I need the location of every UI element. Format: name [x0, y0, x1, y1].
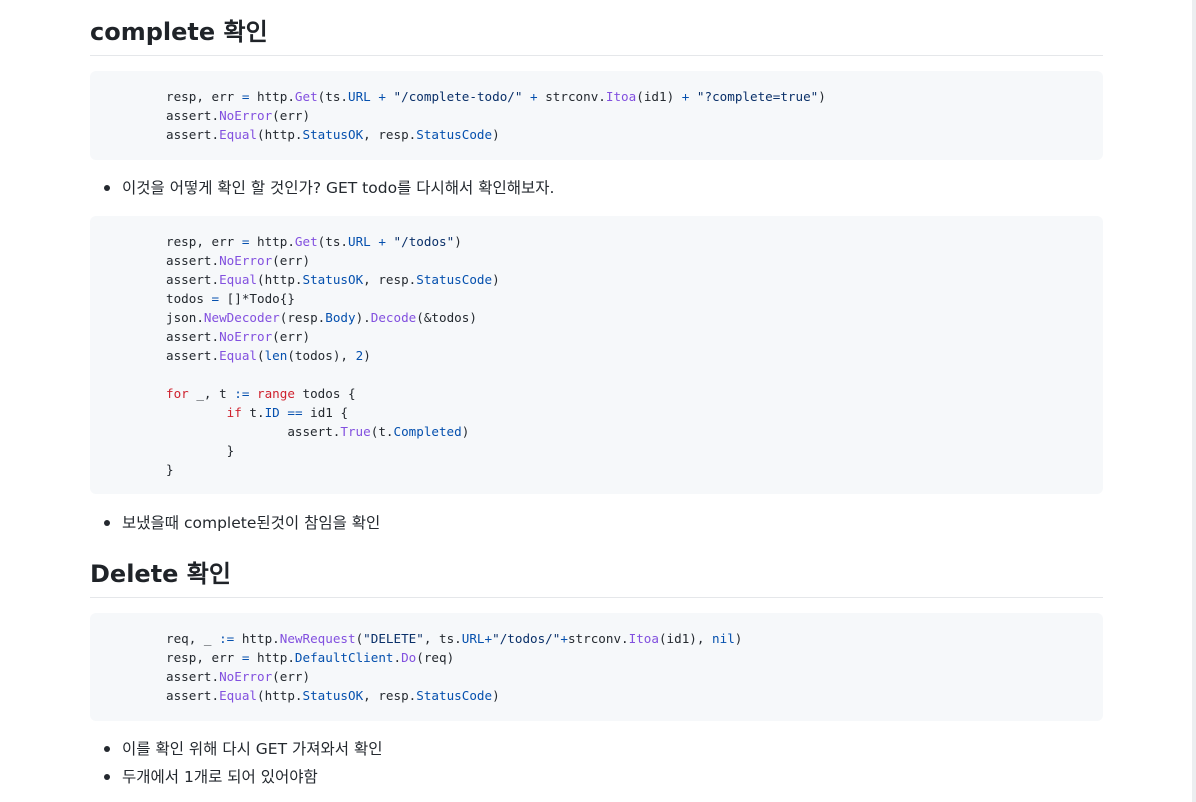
code-line: assert.Equal(http.StatusOK, resp.StatusC…	[166, 688, 500, 703]
code-line: assert.Equal(http.StatusOK, resp.StatusC…	[166, 127, 500, 142]
code-block-get-todos: resp, err = http.Get(ts.URL + "/todos") …	[90, 216, 1103, 494]
code-line: todos = []*Todo{}	[166, 291, 295, 306]
code-block-complete-request: resp, err = http.Get(ts.URL + "/complete…	[90, 71, 1103, 160]
bullet-list: 보냈을때 complete된것이 참임을 확인	[90, 509, 1103, 537]
bullet-list: 이것을 어떻게 확인 할 것인가? GET todo를 다시해서 확인해보자.	[90, 174, 1103, 202]
code-line: assert.True(t.Completed)	[166, 424, 470, 439]
code-line: if t.ID == id1 {	[226, 405, 349, 420]
code-block-delete-request: req, _ := http.NewRequest("DELETE", ts.U…	[90, 613, 1103, 721]
code-line: assert.Equal(http.StatusOK, resp.StatusC…	[166, 272, 500, 287]
code-line: req, _ := http.NewRequest("DELETE", ts.U…	[166, 631, 743, 646]
code-line: assert.NoError(err)	[166, 669, 311, 684]
code-line: assert.NoError(err)	[166, 329, 311, 344]
code-line: for _, t := range todos {	[166, 386, 356, 401]
list-item: 두개에서 1개로 되어 있어야함	[90, 763, 1103, 791]
scrollbar-track[interactable]	[1192, 0, 1196, 802]
code-line: resp, err = http.Get(ts.URL + "/todos")	[166, 234, 462, 249]
code-line: assert.Equal(len(todos), 2)	[166, 348, 371, 363]
code-line: assert.NoError(err)	[166, 108, 311, 123]
code-line: json.NewDecoder(resp.Body).Decode(&todos…	[166, 310, 477, 325]
heading-delete-check: Delete 확인	[90, 558, 1103, 598]
list-item: 이를 확인 위해 다시 GET 가져와서 확인	[90, 735, 1103, 763]
list-item: 보냈을때 complete된것이 참임을 확인	[90, 509, 1103, 537]
code-line: assert.NoError(err)	[166, 253, 311, 268]
code-line: }	[166, 443, 235, 458]
bullet-list: 이를 확인 위해 다시 GET 가져와서 확인 두개에서 1개로 되어 있어야함	[90, 735, 1103, 791]
list-item: 이것을 어떻게 확인 할 것인가? GET todo를 다시해서 확인해보자.	[90, 174, 1103, 202]
code-line: }	[166, 462, 174, 477]
code-line: resp, err = http.Get(ts.URL + "/complete…	[166, 89, 826, 104]
code-line: resp, err = http.DefaultClient.Do(req)	[166, 650, 455, 665]
heading-complete-check: complete 확인	[90, 16, 1103, 56]
